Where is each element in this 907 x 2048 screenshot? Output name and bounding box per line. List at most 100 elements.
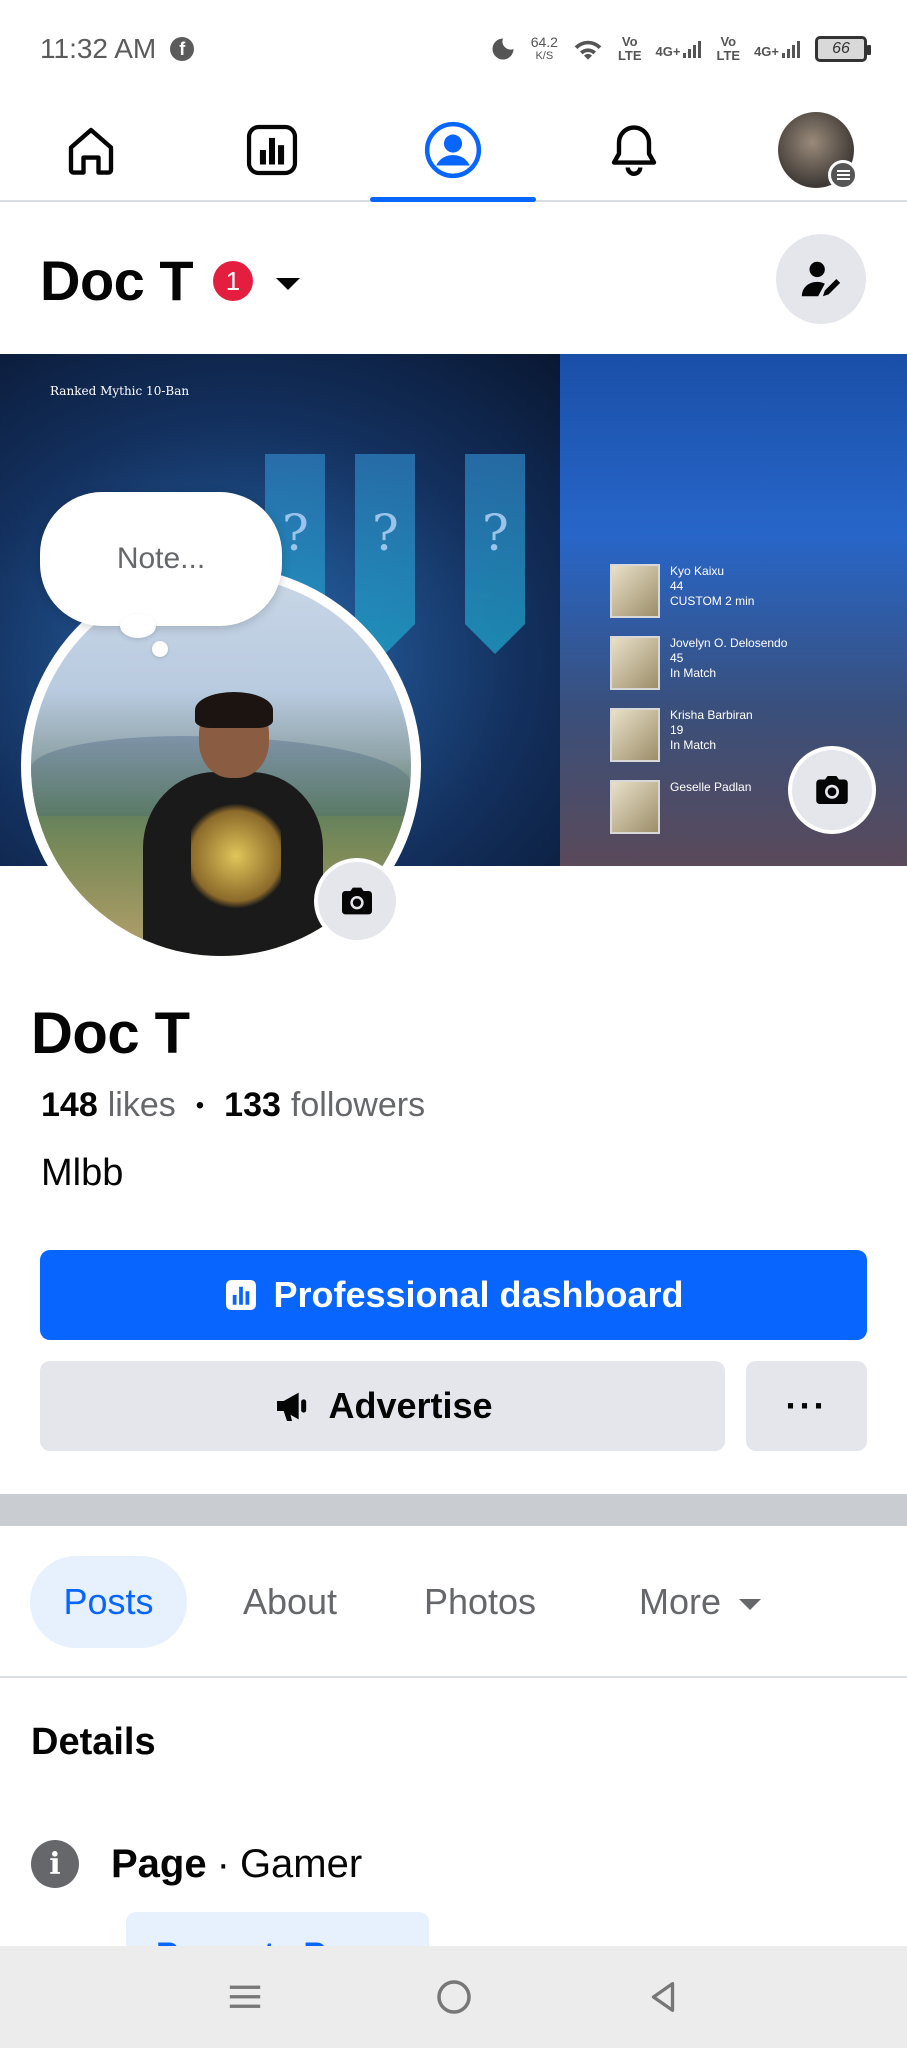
details-separator: · xyxy=(216,1841,230,1886)
nav-home[interactable] xyxy=(8,98,174,202)
tab-posts[interactable]: Posts xyxy=(30,1556,187,1648)
advertise-button[interactable]: Advertise xyxy=(40,1361,725,1451)
switch-profile-button[interactable] xyxy=(776,234,866,324)
player-status: In Match xyxy=(670,738,717,752)
profile-stats: 148 likes • 133 followers xyxy=(41,1086,425,1125)
signal-bars-icon xyxy=(782,41,800,58)
section-divider xyxy=(0,1494,907,1526)
nav-notifications[interactable] xyxy=(551,98,717,202)
photo-person-hair xyxy=(195,692,273,728)
status-right: 64.2 K/S Vo LTE 4G+ Vo LTE 4G+ 66 xyxy=(489,34,871,63)
note-bubble-tail xyxy=(152,641,168,657)
player-thumbnail xyxy=(610,708,660,762)
player-status: CUSTOM 2 min xyxy=(670,594,755,608)
profile-name: Doc T xyxy=(31,1001,190,1066)
chart-icon xyxy=(226,1280,257,1310)
likes-count[interactable]: 148 xyxy=(41,1086,98,1125)
list-item: Krisha Barbiran 19 In Match xyxy=(610,708,907,762)
network-speed-value: 64.2 xyxy=(530,34,558,50)
photo-shirt-print xyxy=(191,796,281,916)
professional-dashboard-label: Professional dashboard xyxy=(273,1274,684,1315)
player-status: In Match xyxy=(670,666,717,680)
nav-menu[interactable] xyxy=(733,98,899,202)
chart-icon xyxy=(246,124,298,176)
profile-tabs: Posts About Photos More xyxy=(0,1526,907,1678)
list-item: Kyo Kaixu 44 CUSTOM 2 min xyxy=(610,564,907,618)
camera-icon xyxy=(816,776,848,804)
network-speed: 64.2 K/S xyxy=(531,35,558,63)
stats-separator: • xyxy=(195,1091,205,1119)
cover-question-mark: ? xyxy=(372,504,399,562)
caret-down-icon[interactable] xyxy=(276,278,300,290)
person-edit-icon xyxy=(801,261,841,297)
avatar xyxy=(778,112,858,190)
circle-home-icon xyxy=(436,1980,471,2014)
advertise-label: Advertise xyxy=(328,1385,493,1426)
player-stat: 45 xyxy=(670,651,684,665)
sim1-network-label: 4G+ xyxy=(655,44,681,59)
player-stat: 44 xyxy=(670,579,684,593)
more-options-button[interactable]: ··· xyxy=(746,1361,867,1451)
info-icon: i xyxy=(31,1840,79,1888)
details-category: Gamer xyxy=(239,1841,363,1886)
player-name: Geselle Padlan xyxy=(670,780,752,794)
sim1-network: 4G+ xyxy=(656,39,703,59)
tab-about[interactable]: About xyxy=(210,1556,370,1648)
status-bar: 11:32 AM f 64.2 K/S Vo LTE 4G+ Vo LTE 4G… xyxy=(0,0,907,98)
note-bubble-tail xyxy=(120,614,156,638)
wifi-icon xyxy=(574,40,602,60)
sim1-volte-label: Vo LTE xyxy=(617,34,642,63)
player-name: Jovelyn O. Delosendo xyxy=(670,636,788,650)
professional-dashboard-button[interactable]: Professional dashboard xyxy=(40,1250,867,1340)
nav-dashboard[interactable] xyxy=(189,98,355,202)
menu-lines-icon xyxy=(229,1985,260,2008)
battery-indicator: 66 xyxy=(815,36,871,62)
sim2-volte-label: Vo LTE xyxy=(716,34,741,63)
notification-badge: 1 xyxy=(213,261,253,301)
list-item: Jovelyn O. Delosendo 45 In Match xyxy=(610,636,907,690)
active-tab-indicator xyxy=(370,197,536,202)
player-thumbnail xyxy=(610,636,660,690)
tab-photos[interactable]: Photos xyxy=(400,1556,560,1648)
edit-cover-photo-button[interactable] xyxy=(788,746,876,834)
camera-icon xyxy=(342,887,372,915)
profile-icon xyxy=(424,121,482,179)
caret-down-icon xyxy=(739,1598,762,1610)
home-icon xyxy=(68,127,114,175)
sim2-network: 4G+ xyxy=(754,39,801,59)
menu-icon xyxy=(828,160,858,190)
player-info: Kyo Kaixu 44 CUSTOM 2 min xyxy=(670,564,754,609)
back-button[interactable] xyxy=(633,1967,693,2027)
nav-profile[interactable] xyxy=(370,98,536,202)
followers-count[interactable]: 133 xyxy=(224,1086,281,1125)
megaphone-icon xyxy=(277,1392,307,1421)
network-speed-unit: K/S xyxy=(535,50,554,62)
top-navigation xyxy=(0,98,907,202)
recent-apps-button[interactable] xyxy=(215,1967,275,2027)
do-not-disturb-moon-icon xyxy=(492,38,514,60)
details-heading: Details xyxy=(31,1721,156,1763)
followers-label[interactable]: followers xyxy=(291,1086,425,1125)
bell-icon xyxy=(611,125,657,176)
edit-profile-photo-button[interactable] xyxy=(314,858,400,944)
player-thumbnail xyxy=(610,780,660,834)
page-title[interactable]: Doc T xyxy=(40,248,194,313)
home-button[interactable] xyxy=(424,1967,484,2027)
likes-label[interactable]: likes xyxy=(108,1086,176,1125)
player-thumbnail xyxy=(610,564,660,618)
player-info: Geselle Padlan xyxy=(670,780,751,795)
player-name: Krisha Barbiran xyxy=(670,708,753,722)
signal-bars-icon xyxy=(683,41,702,58)
profile-bio: Mlbb xyxy=(41,1152,124,1194)
note-bubble[interactable]: Note... xyxy=(40,492,282,626)
page-header: Doc T 1 xyxy=(0,204,907,354)
facebook-notification-icon: f xyxy=(170,37,195,61)
status-time: 11:32 AM xyxy=(40,33,157,64)
back-triangle-icon xyxy=(651,1982,674,2012)
tab-more[interactable]: More xyxy=(610,1556,790,1648)
system-navigation-bar xyxy=(0,1946,907,2048)
player-name: Kyo Kaixu xyxy=(670,564,725,578)
cover-question-mark: ? xyxy=(282,504,309,562)
details-page-label: Page xyxy=(111,1841,207,1886)
cover-question-mark: ? xyxy=(482,504,509,562)
